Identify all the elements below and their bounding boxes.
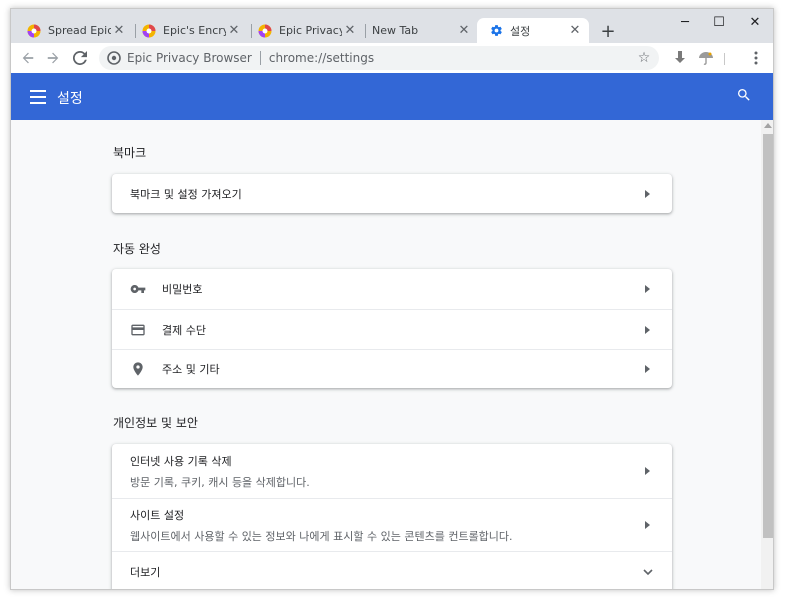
arrow-right-icon [645,467,650,475]
page-title: 설정 [57,91,83,107]
settings-header: 설정 [11,73,773,120]
browser-window: Spread Epic ✕ Epic's Encrypt ✕ Epic Priv… [10,8,774,590]
tab-new-tab[interactable]: New Tab ✕ [360,18,478,43]
forward-button[interactable] [42,47,64,69]
epic-logo-icon [107,51,121,65]
tab-title: 설정 [510,24,531,38]
close-tab-icon[interactable]: ✕ [342,23,358,39]
search-icon[interactable] [736,87,756,107]
row-label: 사이트 설정 [130,508,185,522]
arrow-right-icon [645,365,650,373]
row-label: 더보기 [130,565,161,579]
tab-strip: Spread Epic ✕ Epic's Encrypt ✕ Epic Priv… [11,9,773,43]
tab-title: Epic Privacy B [279,24,342,37]
close-window-button[interactable]: ✕ [733,11,773,33]
tab-epic-privacy[interactable]: Epic Privacy B ✕ [246,18,364,43]
close-tab-icon[interactable]: ✕ [226,23,242,39]
scrollbar-thumb[interactable] [763,134,773,538]
close-tab-icon[interactable]: ✕ [111,23,127,39]
hamburger-menu-icon[interactable] [28,87,48,107]
tab-settings[interactable]: 설정 ✕ [477,18,589,43]
scroll-up-icon[interactable] [764,123,772,128]
gear-icon [489,24,503,38]
autofill-card: 비밀번호 결제 수단 주소 및 기타 [112,269,672,388]
section-title-autofill: 자동 완성 [113,242,161,256]
section-title-privacy: 개인정보 및 보안 [113,416,198,430]
key-icon [130,281,146,297]
bookmarks-card: 북마크 및 설정 가져오기 [112,174,672,213]
epic-logo-icon [27,24,41,38]
back-arrow-icon [22,52,34,64]
download-icon[interactable] [670,48,690,68]
vertical-scrollbar[interactable] [761,120,773,589]
new-tab-button[interactable]: + [597,20,619,42]
site-settings-row[interactable]: 사이트 설정 웹사이트에서 사용할 수 있는 정보와 나에게 표시할 수 있는 … [112,498,672,551]
row-sublabel: 방문 기록, 쿠키, 캐시 등을 삭제합니다. [130,475,310,489]
tab-title: Spread Epic [48,24,111,37]
close-tab-icon[interactable]: ✕ [456,23,472,39]
omnibox-url[interactable]: chrome://settings [269,51,374,65]
chevron-down-icon [643,568,653,575]
omnibox[interactable]: Epic Privacy Browser chrome://settings ☆ [99,46,659,70]
omnibox-brand: Epic Privacy Browser [127,51,252,65]
credit-card-icon [130,322,146,338]
tab-title: Epic's Encrypt [163,24,226,37]
arrow-right-icon [645,285,650,293]
arrow-right-icon [645,325,650,334]
reload-icon [73,51,87,65]
passwords-row[interactable]: 비밀번호 [112,269,672,309]
more-menu-icon[interactable] [746,48,766,68]
privacy-card: 인터넷 사용 기록 삭제 방문 기록, 쿠키, 캐시 등을 삭제합니다. 사이트… [112,444,672,589]
toolbar: Epic Privacy Browser chrome://settings ☆ [11,43,773,73]
bookmark-star-icon[interactable]: ☆ [635,49,653,67]
payment-methods-row[interactable]: 결제 수단 [112,309,672,349]
tab-title: New Tab [372,24,419,37]
epic-logo-icon [142,24,156,38]
row-label: 비밀번호 [162,283,203,296]
back-button[interactable] [17,47,39,69]
row-sublabel: 웹사이트에서 사용할 수 있는 정보와 나에게 표시할 수 있는 콘텐츠를 컨트… [130,529,513,543]
more-row[interactable]: 더보기 [112,551,672,589]
addresses-row[interactable]: 주소 및 기타 [112,349,672,388]
row-label: 주소 및 기타 [162,363,220,376]
row-label: 결제 수단 [162,323,206,337]
settings-content: 북마크 북마크 및 설정 가져오기 자동 완성 비밀번호 결제 수단 주소 및 … [11,120,773,589]
arrow-right-icon [645,521,650,529]
close-tab-icon[interactable]: ✕ [567,23,583,39]
section-title-bookmarks: 북마크 [113,146,147,160]
vpn-umbrella-icon[interactable] [696,48,716,68]
row-label: 북마크 및 설정 가져오기 [130,187,242,201]
import-bookmarks-row[interactable]: 북마크 및 설정 가져오기 [112,174,672,213]
clear-browsing-data-row[interactable]: 인터넷 사용 기록 삭제 방문 기록, 쿠키, 캐시 등을 삭제합니다. [112,444,672,498]
epic-logo-icon [258,24,272,38]
forward-arrow-icon [47,52,59,64]
tab-spread-epic[interactable]: Spread Epic ✕ [15,18,133,43]
row-label: 인터넷 사용 기록 삭제 [130,454,232,468]
arrow-right-icon [645,189,650,198]
reload-button[interactable] [69,47,91,69]
location-pin-icon [130,361,146,377]
tab-epics-encrypt[interactable]: Epic's Encrypt ✕ [130,18,248,43]
